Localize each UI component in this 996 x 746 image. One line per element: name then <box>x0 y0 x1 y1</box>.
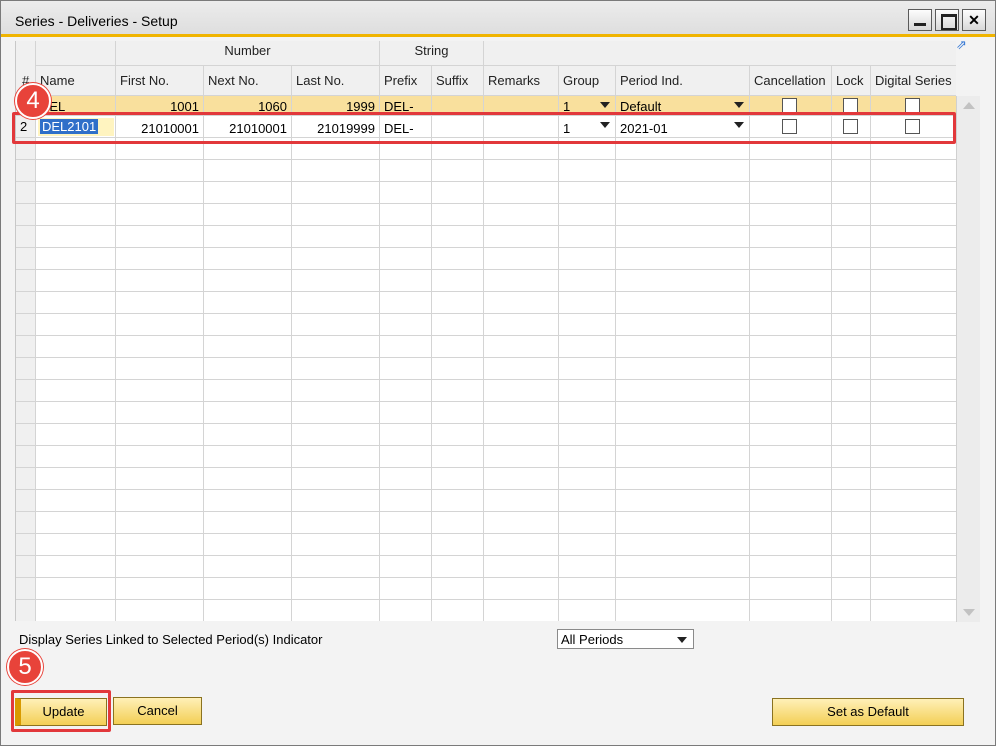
period-filter-label: Display Series Linked to Selected Period… <box>19 632 323 647</box>
title-bar: Series - Deliveries - Setup ✕ <box>1 1 995 37</box>
chevron-down-icon <box>677 637 687 643</box>
update-button[interactable]: Update <box>15 698 107 726</box>
digital-series-checkbox[interactable] <box>905 98 920 113</box>
col-header-remarks[interactable]: Remarks <box>484 66 559 96</box>
dialog-window: Series - Deliveries - Setup ✕ Number Str… <box>0 0 996 746</box>
window-title: Series - Deliveries - Setup <box>15 13 178 29</box>
minimize-button[interactable] <box>908 9 932 31</box>
cancel-button[interactable]: Cancel <box>113 697 202 725</box>
lock-checkbox[interactable] <box>843 98 858 113</box>
step-badge-4: 4 <box>15 83 51 119</box>
chevron-down-icon <box>734 102 744 108</box>
col-header-first-no[interactable]: First No. <box>116 66 204 96</box>
group-header-number: Number <box>116 41 380 66</box>
scroll-down-icon[interactable] <box>963 609 975 616</box>
col-header-suffix[interactable]: Suffix <box>432 66 484 96</box>
col-header-cancellation[interactable]: Cancellation <box>750 66 832 96</box>
maximize-button[interactable] <box>935 9 959 31</box>
step-badge-5: 5 <box>7 649 43 685</box>
col-header-prefix[interactable]: Prefix <box>380 66 432 96</box>
set-as-default-button[interactable]: Set as Default <box>772 698 964 726</box>
close-button[interactable]: ✕ <box>962 9 986 31</box>
header-spacer <box>36 41 116 66</box>
col-header-period-ind[interactable]: Period Ind. <box>616 66 750 96</box>
period-filter-value: All Periods <box>561 632 624 647</box>
empty-grid-columns <box>16 138 956 621</box>
period-filter-select[interactable]: All Periods <box>557 629 694 649</box>
row-highlight-frame <box>12 112 956 144</box>
header-spacer <box>484 41 956 66</box>
chevron-down-icon <box>600 102 610 108</box>
scroll-up-icon[interactable] <box>963 102 975 109</box>
col-header-lock[interactable]: Lock <box>832 66 871 96</box>
group-header-string: String <box>380 41 484 66</box>
expand-icon[interactable]: ⇗ <box>956 38 970 53</box>
col-header-next-no[interactable]: Next No. <box>204 66 292 96</box>
col-header-group[interactable]: Group <box>559 66 616 96</box>
col-header-last-no[interactable]: Last No. <box>292 66 380 96</box>
cancellation-checkbox[interactable] <box>782 98 797 113</box>
col-header-digital-series[interactable]: Digital Series <box>871 66 956 96</box>
vertical-scrollbar[interactable] <box>956 96 980 622</box>
